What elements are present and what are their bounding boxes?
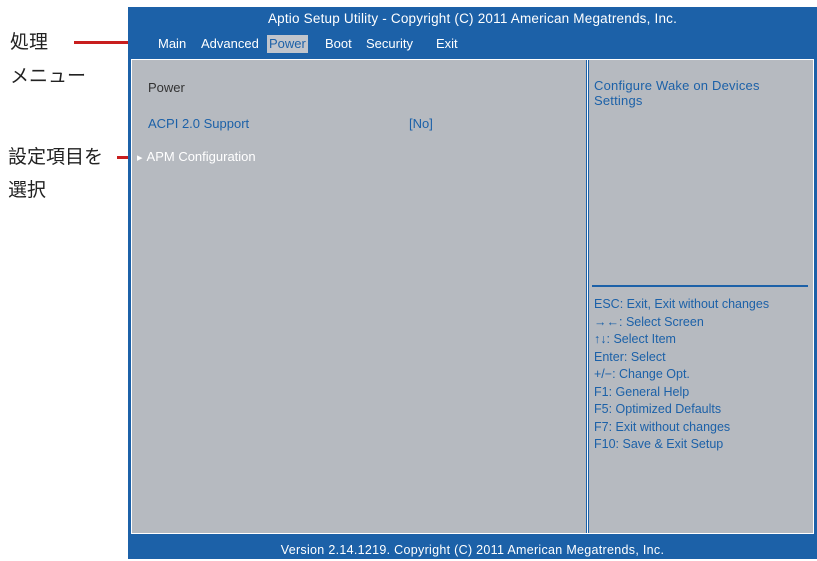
key-esc: ESC: Exit, Exit without changes [594,297,770,311]
acpi-support-label[interactable]: ACPI 2.0 Support [148,116,249,131]
key-select-item: ↑↓: Select Item [594,332,676,346]
help-separator [592,285,808,287]
key-f7: F7: Exit without changes [594,419,731,434]
section-heading: Power [148,80,185,95]
key-enter: Enter: Select [594,349,666,364]
key-f1: F1: General Help [594,384,690,399]
apm-configuration-item[interactable]: ▸ APM Configuration [137,149,256,164]
help-description: Configure Wake on Devices Settings [594,78,760,108]
annotation-menu-label-line2: メニュー [10,65,87,87]
pane-divider-highlight [587,60,588,533]
key-legend: ESC: Exit, Exit without changes →←: Sele… [594,296,769,454]
help-pane: Configure Wake on Devices Settings ESC: … [589,60,813,533]
key-f5: F5: Optimized Defaults [594,402,722,416]
footer-version: Version 2.14.1219. Copyright (C) 2011 Am… [280,543,665,557]
annotation-select-label-line2: 選択 [8,179,47,201]
menu-bar: Main Advanced Power Boot Security Exit [128,33,817,55]
menu-boot[interactable]: Boot [325,35,352,53]
apm-configuration-label: APM Configuration [146,149,256,164]
key-f10: F10: Save & Exit Setup [594,437,724,451]
key-select-screen: →←: Select Screen [594,314,704,329]
settings-pane: Power ACPI 2.0 Support [No] ▸ APM Configu… [132,60,586,533]
annotation-select-label-line1: 設定項目を [8,146,104,168]
bios-screen: Aptio Setup Utility - Copyright (C) 2011… [128,7,817,559]
selection-arrow-icon: ▸ [137,152,143,164]
menu-main[interactable]: Main [158,35,186,53]
key-change-opt: +/−: Change Opt. [594,367,690,381]
window-title: Aptio Setup Utility - Copyright (C) 2011… [267,11,678,26]
menu-security[interactable]: Security [366,35,413,53]
menu-advanced[interactable]: Advanced [201,35,259,53]
annotation-menu-label-line1: 処理 [10,31,49,53]
acpi-support-value[interactable]: [No] [409,116,433,131]
menu-power[interactable]: Power [267,35,308,53]
annotation-menu-pointer [74,41,136,44]
menu-exit[interactable]: Exit [436,35,458,53]
content-panel: Power ACPI 2.0 Support [No] ▸ APM Configu… [131,59,814,534]
